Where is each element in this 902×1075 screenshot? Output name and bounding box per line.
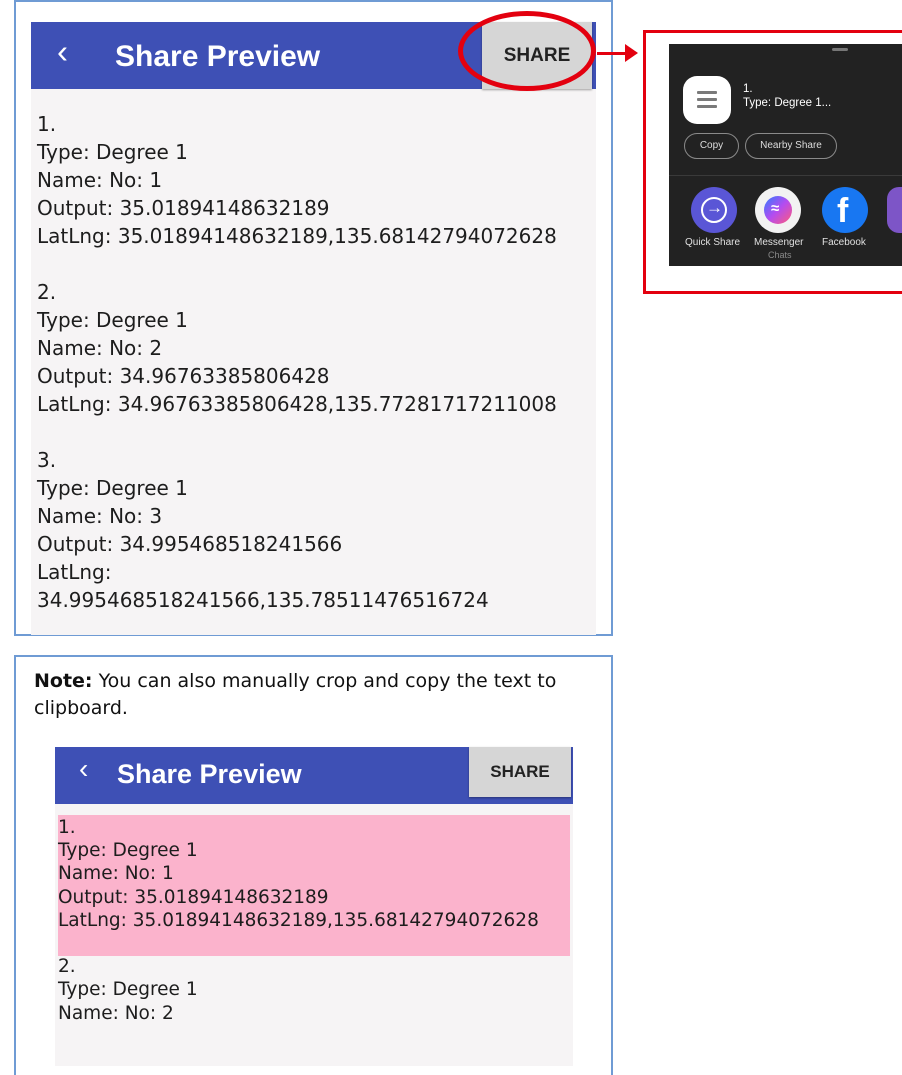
entry-latlng: LatLng: 35.01894148632189,135.6814279407… (37, 224, 557, 248)
share-text-content[interactable]: 1. Type: Degree 1 Name: No: 1 Output: 35… (58, 816, 539, 1048)
entry-name: Name: No: 3 (37, 504, 163, 528)
list-item: 2. Type: Degree 1 Name: No: 2 (58, 955, 539, 1025)
entry-type: Type: Degree 1 (37, 308, 188, 332)
app-label-quick-share: Quick Share (685, 237, 741, 248)
drag-handle[interactable] (832, 48, 848, 51)
entry-latlng-label: LatLng: (37, 560, 112, 584)
arrow-line-annotation (597, 52, 625, 55)
list-item: 1. Type: Degree 1 Name: No: 1 Output: 35… (58, 816, 539, 932)
entry-number: 1. (58, 817, 76, 838)
share-preview-text: 1. Type: Degree 1... (743, 82, 831, 110)
entry-output: Output: 34.96763385806428 (37, 364, 330, 388)
note-body: You can also manually crop and copy the … (34, 670, 557, 719)
messenger-icon[interactable]: ≈ (755, 187, 801, 233)
entry-name: Name: No: 2 (58, 1002, 174, 1024)
entry-type: Type: Degree 1 (58, 840, 198, 862)
entry-output: Output: 34.995468518241566 (37, 532, 343, 556)
list-item: 3. Type: Degree 1 Name: No: 3 Output: 34… (37, 446, 557, 614)
chevron-left-icon[interactable]: ‹ (79, 753, 88, 785)
note-text: Note: You can also manually crop and cop… (34, 668, 594, 722)
share-button[interactable]: SHARE (469, 747, 571, 797)
entry-output: Output: 35.01894148632189 (58, 886, 329, 908)
entry-name: Name: No: 2 (37, 336, 163, 360)
note-label: Note: (34, 670, 93, 692)
preview-type: Type: Degree 1... (743, 97, 832, 109)
page-title: Share Preview (115, 40, 321, 73)
copy-button[interactable]: Copy (684, 133, 739, 159)
entry-number: 2. (58, 956, 76, 978)
entry-latlng: LatLng: 35.01894148632189,135.6814279407… (58, 909, 539, 931)
list-item: 1. Type: Degree 1 Name: No: 1 Output: 35… (37, 110, 557, 250)
share-sheet: 1. Type: Degree 1... Copy Nearby Share →… (669, 44, 902, 266)
app-bar: ‹ Share Preview SHARE (55, 747, 573, 804)
entry-output: Output: 35.01894148632189 (37, 196, 330, 220)
document-icon (683, 76, 731, 124)
entry-type: Type: Degree 1 (37, 140, 188, 164)
entry-name: Name: No: 1 (58, 863, 174, 885)
app-label-facebook: Facebook (822, 237, 866, 248)
entry-type: Type: Degree 1 (58, 979, 198, 1001)
entry-number: 3. (37, 448, 57, 472)
facebook-icon[interactable]: f (822, 187, 868, 233)
quick-share-icon[interactable]: → (691, 187, 737, 233)
nearby-share-button[interactable]: Nearby Share (745, 133, 837, 159)
preview-number: 1. (743, 83, 753, 95)
entry-number: 1. (37, 112, 57, 136)
divider (669, 175, 902, 176)
entry-number: 2. (37, 280, 57, 304)
app-sublabel-messenger: Chats (768, 250, 792, 260)
entry-latlng: LatLng: 34.96763385806428,135.7728171721… (37, 392, 557, 416)
highlight-circle-annotation (458, 11, 596, 91)
entry-name: Name: No: 1 (37, 168, 163, 192)
entry-latlng-value: 34.995468518241566,135.78511476516724 (37, 588, 489, 612)
entry-type: Type: Degree 1 (37, 476, 188, 500)
arrow-right-icon (625, 44, 638, 62)
share-preview-screen: ‹ Share Preview SHARE 1. Type: Degree 1 … (31, 22, 596, 635)
share-preview-screen-crop: ‹ Share Preview SHARE 1. Type: Degree 1 … (55, 747, 573, 1066)
app-label-messenger: Messenger (754, 237, 804, 248)
page-title: Share Preview (117, 759, 302, 789)
share-text-content[interactable]: 1. Type: Degree 1 Name: No: 1 Output: 35… (37, 110, 557, 642)
list-item: 2. Type: Degree 1 Name: No: 2 Output: 34… (37, 278, 557, 418)
chevron-left-icon[interactable]: ‹ (57, 33, 68, 71)
viber-icon[interactable] (887, 187, 902, 233)
